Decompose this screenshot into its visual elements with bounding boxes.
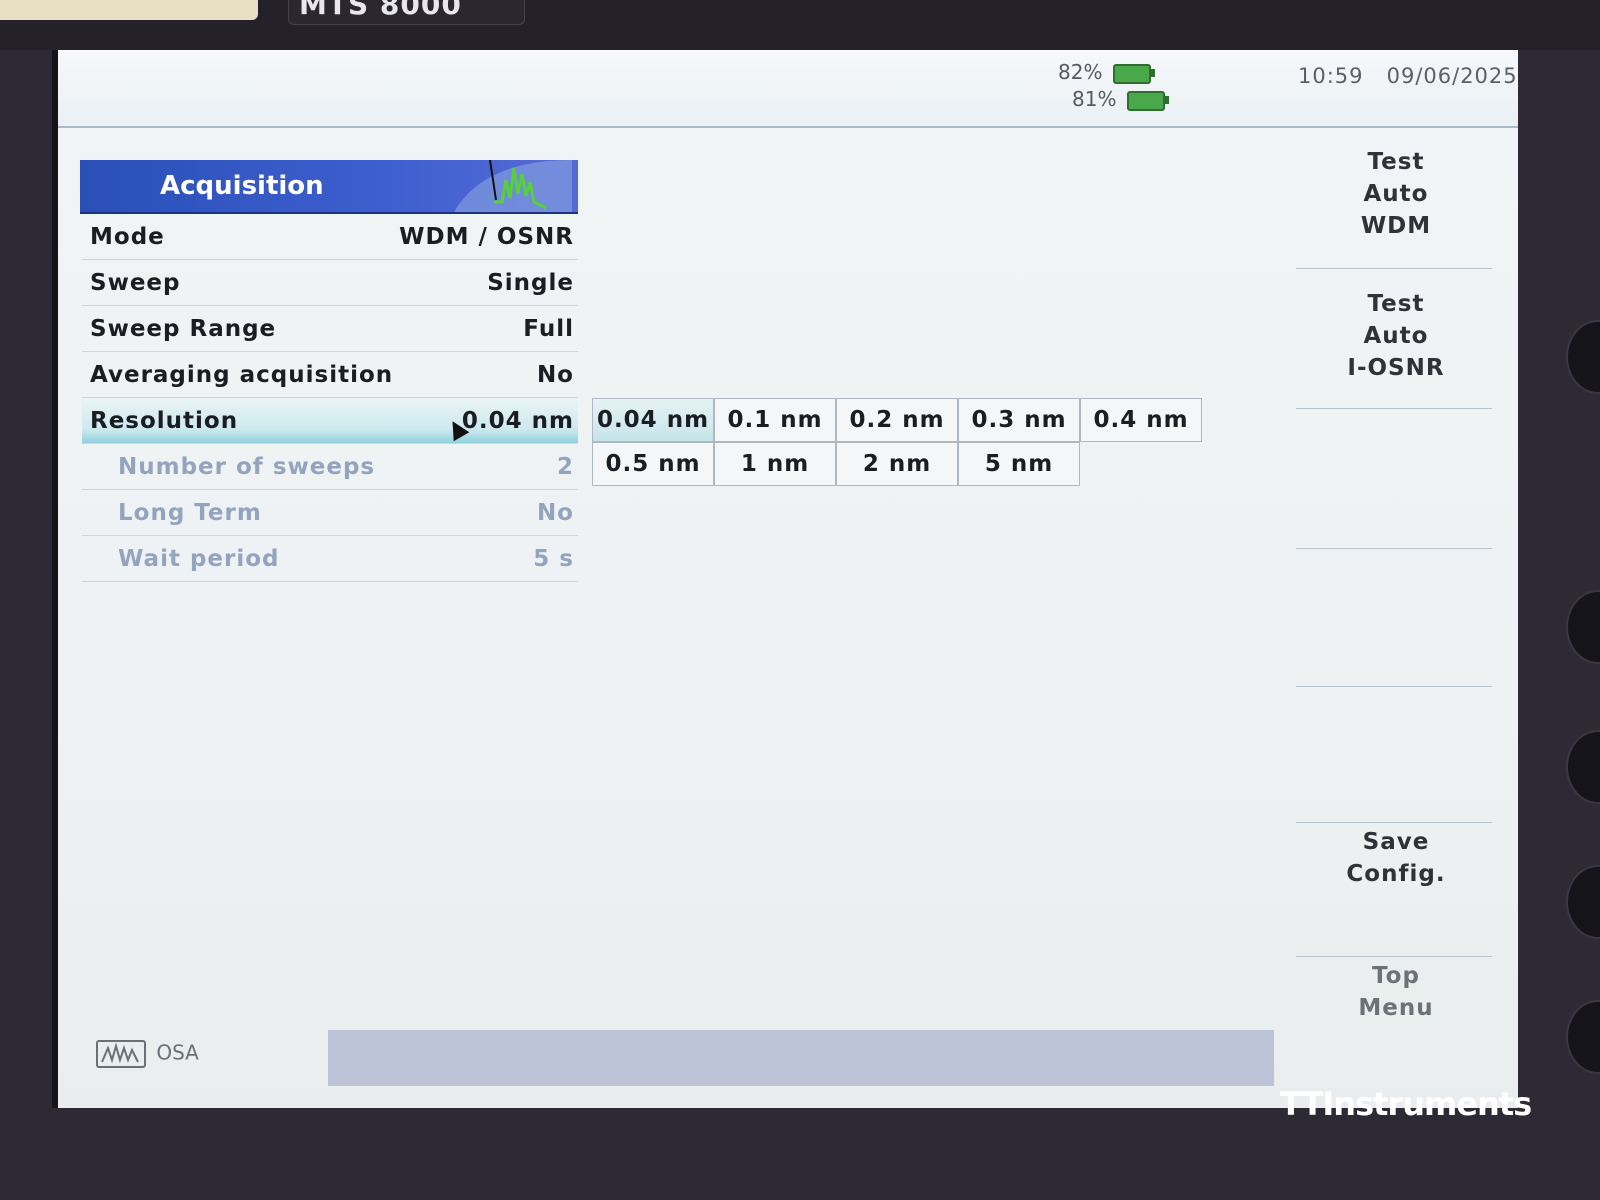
acquisition-parameter-list: Mode WDM / OSNR Sweep Single Sweep Range…: [82, 214, 578, 582]
softkey-line: Test: [1367, 291, 1425, 317]
test-auto-wdm-button[interactable]: Test Auto WDM: [1294, 146, 1498, 242]
resolution-option[interactable]: 5 nm: [958, 442, 1080, 486]
row-label: Number of sweeps: [118, 453, 376, 480]
row-number-of-sweeps: Number of sweeps 2: [82, 444, 578, 490]
resolution-option[interactable]: 1 nm: [714, 442, 836, 486]
row-mode[interactable]: Mode WDM / OSNR: [82, 214, 578, 260]
row-sweep[interactable]: Sweep Single: [82, 260, 578, 306]
progress-bar: [328, 1030, 1274, 1086]
datetime: 10:59 09/06/2025: [1298, 64, 1518, 88]
test-auto-iosnr-button[interactable]: Test Auto I-OSNR: [1294, 288, 1498, 384]
hardware-knob[interactable]: [1566, 730, 1600, 804]
softkey-line: Auto: [1363, 181, 1429, 207]
save-config-button[interactable]: Save Config.: [1294, 826, 1498, 890]
row-long-term: Long Term No: [82, 490, 578, 536]
battery-icon: [1112, 63, 1155, 84]
row-resolution[interactable]: Resolution 0.04 nm: [82, 398, 578, 444]
top-menu-button[interactable]: Top Menu: [1294, 960, 1498, 1024]
row-value: 2: [556, 453, 574, 480]
resolution-option[interactable]: 0.3 nm: [958, 398, 1080, 442]
softkey-divider: [1296, 956, 1492, 957]
row-value: WDM / OSNR: [399, 223, 574, 250]
row-label: Sweep Range: [90, 315, 277, 342]
softkey-line: Menu: [1358, 995, 1434, 1021]
row-averaging-acquisition[interactable]: Averaging acquisition No: [82, 352, 578, 398]
softkey-line: Save: [1362, 829, 1430, 855]
resolution-option[interactable]: 0.04 nm: [592, 398, 714, 442]
row-value: 0.04 nm: [461, 407, 574, 434]
osa-label: OSA: [156, 1040, 199, 1065]
status-bar: 82% 81% 10:59 09/06/2025: [58, 50, 1518, 128]
device-model: MTS 8000: [299, 0, 462, 21]
softkey-divider: [1296, 822, 1492, 823]
row-label: Long Term: [118, 499, 262, 526]
battery-icon: [1126, 90, 1169, 111]
row-value: 5 s: [533, 545, 574, 572]
device-screen: 82% 81% 10:59 09/06/2025 Acquisition Mod…: [52, 50, 1518, 1108]
row-label: Resolution: [90, 407, 239, 434]
row-value: Full: [523, 315, 574, 342]
battery-indicator-2: 81%: [1072, 87, 1169, 111]
row-sweep-range[interactable]: Sweep Range Full: [82, 306, 578, 352]
resolution-option[interactable]: 0.2 nm: [836, 398, 958, 442]
softkey-line: I-OSNR: [1347, 355, 1445, 381]
hardware-knob[interactable]: [1566, 865, 1600, 939]
spectrum-icon: [454, 160, 572, 212]
hardware-knob[interactable]: [1566, 1000, 1600, 1074]
device-bezel-top: MTS 8000: [0, 0, 1600, 50]
row-value: Single: [487, 269, 574, 296]
softkey-divider: [1296, 268, 1492, 269]
softkey-line: Top: [1372, 963, 1420, 989]
resolution-option[interactable]: 0.5 nm: [592, 442, 714, 486]
osa-waveform-icon: [96, 1040, 146, 1068]
panel-title: Acquisition: [160, 171, 324, 201]
device-label-tab: [0, 0, 258, 20]
osa-module-tab[interactable]: OSA: [96, 1040, 199, 1068]
battery-2-percent: 81%: [1072, 87, 1117, 111]
device-model-box: MTS 8000: [288, 0, 525, 25]
row-wait-period: Wait period 5 s: [82, 536, 578, 582]
softkey-line: Auto: [1363, 323, 1429, 349]
row-value: No: [536, 499, 574, 526]
softkey-line: WDM: [1360, 213, 1432, 239]
row-label: Mode: [90, 223, 165, 250]
hardware-knob[interactable]: [1566, 590, 1600, 664]
resolution-option[interactable]: 0.1 nm: [714, 398, 836, 442]
resolution-option[interactable]: 0.4 nm: [1080, 398, 1202, 442]
hardware-knob[interactable]: [1566, 320, 1600, 394]
softkey-divider: [1296, 548, 1492, 549]
battery-1-percent: 82%: [1058, 60, 1103, 84]
acquisition-panel-header: Acquisition: [80, 160, 578, 214]
row-label: Wait period: [118, 545, 280, 572]
resolution-option[interactable]: 2 nm: [836, 442, 958, 486]
clock-date: 09/06/2025: [1386, 64, 1518, 88]
row-value: No: [536, 361, 574, 388]
row-label: Averaging acquisition: [90, 361, 394, 388]
watermark: TTInstruments: [1280, 1085, 1532, 1123]
softkey-divider: [1296, 686, 1492, 687]
softkey-line: Config.: [1346, 861, 1446, 887]
softkey-divider: [1296, 408, 1492, 409]
clock-time: 10:59: [1298, 64, 1364, 88]
battery-indicator-1: 82%: [1058, 60, 1155, 84]
softkey-line: Test: [1367, 149, 1425, 175]
row-label: Sweep: [90, 269, 181, 296]
